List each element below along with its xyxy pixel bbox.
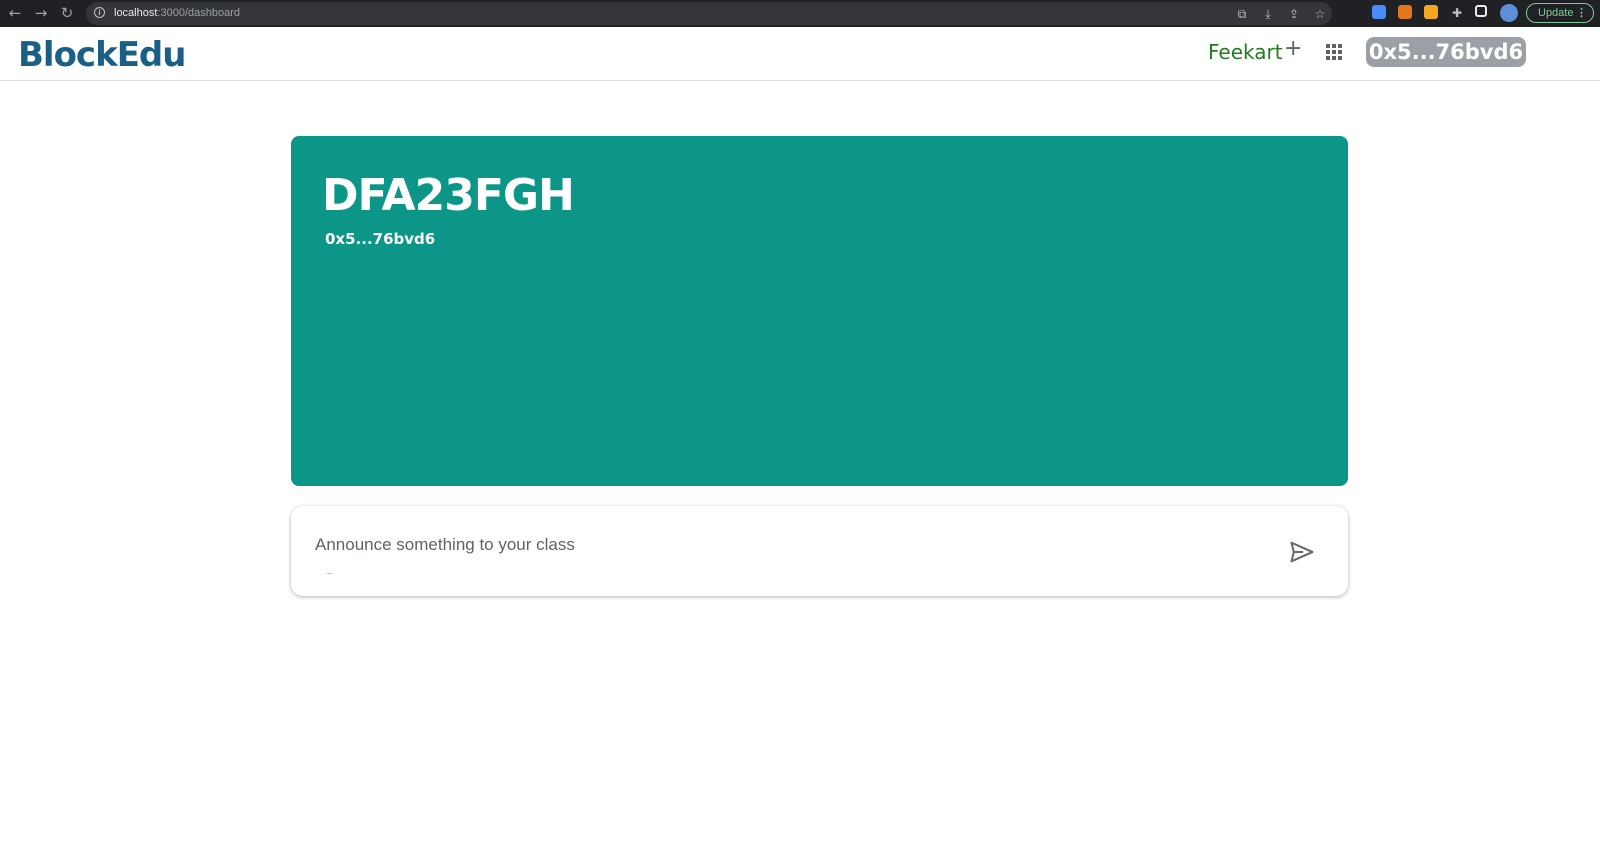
more-menu-icon[interactable]: ⋮: [1576, 4, 1587, 22]
send-button[interactable]: [1288, 538, 1316, 566]
update-label: Update: [1538, 7, 1574, 19]
extension-docs-icon[interactable]: [1372, 5, 1386, 19]
app-header: BlockEdu Feekart + 0x5...76bvd6: [0, 27, 1600, 81]
announcement-input[interactable]: [315, 532, 1275, 558]
wallet-address-button[interactable]: 0x5...76bvd6: [1366, 37, 1526, 67]
side-panel-icon[interactable]: [1475, 5, 1487, 17]
send-icon: [1290, 541, 1314, 563]
extensions-puzzle-icon[interactable]: ✚: [1449, 5, 1465, 21]
install-icon[interactable]: ⤓: [1260, 6, 1276, 22]
forward-icon[interactable]: →: [32, 4, 50, 22]
extension-metamask-icon[interactable]: [1398, 5, 1412, 19]
url-path: :3000/dashboard: [157, 7, 240, 19]
browser-toolbar: ← → ↻ i localhost:3000/dashboard ⧉ ⤓ ⇪ ☆…: [0, 0, 1600, 27]
class-owner-address: 0x5...76bvd6: [325, 230, 436, 248]
class-banner: DFA23FGH 0x5...76bvd6: [291, 136, 1348, 486]
address-bar[interactable]: i localhost:3000/dashboard ⧉ ⤓ ⇪ ☆: [86, 2, 1332, 25]
bookmark-star-icon[interactable]: ☆: [1312, 6, 1328, 22]
open-external-icon[interactable]: ⧉: [1234, 6, 1250, 22]
profile-avatar-icon[interactable]: [1500, 4, 1518, 22]
url-host: localhost: [114, 7, 158, 19]
add-class-button[interactable]: +: [1284, 36, 1302, 61]
input-underline: [327, 573, 332, 574]
announcement-card: [291, 506, 1348, 596]
url-text: localhost:3000/dashboard: [114, 7, 240, 19]
browser-update-button[interactable]: Update ⋮: [1526, 3, 1594, 23]
apps-grid-icon[interactable]: [1326, 44, 1342, 60]
class-code-title: DFA23FGH: [322, 170, 575, 221]
feekart-link[interactable]: Feekart: [1208, 40, 1283, 64]
extension-wallet-icon[interactable]: [1424, 5, 1438, 19]
app-logo[interactable]: BlockEdu: [18, 35, 186, 75]
back-icon[interactable]: ←: [6, 4, 24, 22]
site-info-icon[interactable]: i: [94, 7, 105, 18]
reload-icon[interactable]: ↻: [58, 4, 76, 22]
share-icon[interactable]: ⇪: [1286, 6, 1302, 22]
